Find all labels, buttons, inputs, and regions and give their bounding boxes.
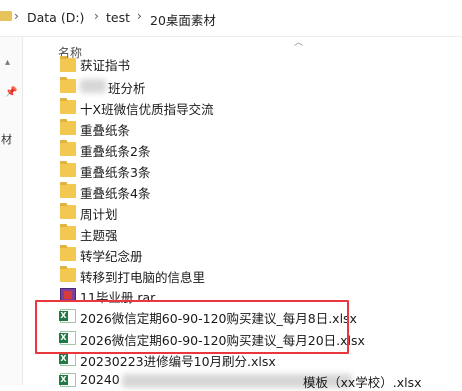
list-item[interactable]: 主题强 bbox=[58, 222, 462, 244]
breadcrumb-data-drive[interactable]: Data (D:) bbox=[27, 10, 84, 25]
file-name-tail: 模板（xx学校）.xlsx bbox=[303, 375, 422, 390]
file-name: 转学纪念册 bbox=[80, 249, 143, 264]
folder-icon bbox=[60, 182, 76, 198]
folder-icon bbox=[0, 11, 12, 21]
divider bbox=[0, 36, 462, 37]
file-name: 班分析 bbox=[108, 81, 146, 96]
breadcrumb-separator: › bbox=[137, 9, 142, 23]
file-name: 重叠纸条4条 bbox=[80, 186, 151, 201]
file-name: 获证指书 bbox=[80, 58, 131, 73]
list-item[interactable]: 20240 模板（xx学校）.xlsx bbox=[58, 369, 462, 391]
pane-divider[interactable] bbox=[22, 37, 23, 385]
folder-icon bbox=[60, 119, 76, 135]
folder-icon bbox=[60, 161, 76, 177]
folder-icon bbox=[60, 98, 76, 114]
breadcrumb-test[interactable]: test bbox=[106, 10, 130, 25]
folder-icon bbox=[60, 77, 76, 93]
folder-icon bbox=[60, 266, 76, 282]
list-item[interactable]: 班分析 bbox=[58, 75, 462, 97]
breadcrumb-separator: › bbox=[94, 9, 99, 23]
list-item[interactable]: 转学纪念册 bbox=[58, 243, 462, 265]
folder-icon bbox=[60, 245, 76, 261]
list-item[interactable]: 重叠纸条 bbox=[58, 117, 462, 139]
list-item[interactable]: 重叠纸条4条 bbox=[58, 180, 462, 202]
address-bar[interactable]: › Data (D:) › test › 20桌面素材 bbox=[0, 0, 462, 36]
pin-icon: ▴ bbox=[5, 57, 11, 68]
list-item[interactable]: 获证指书 bbox=[58, 54, 462, 76]
redacted-blur bbox=[80, 79, 106, 93]
file-name: 重叠纸条 bbox=[80, 123, 131, 138]
excel-file-icon bbox=[59, 352, 76, 366]
breadcrumb-current-folder[interactable]: 20桌面素材 bbox=[150, 10, 216, 29]
list-item[interactable]: 十X班微信优质指导交流 bbox=[58, 96, 462, 118]
highlight-box bbox=[35, 300, 349, 354]
folder-icon bbox=[60, 140, 76, 156]
file-name: 周计划 bbox=[80, 207, 118, 222]
navigation-pane[interactable]: ▴ 📌 材 bbox=[0, 37, 22, 385]
list-item[interactable]: 转移到打电脑的信息里 bbox=[58, 264, 462, 286]
list-item[interactable]: 重叠纸条3条 bbox=[58, 159, 462, 181]
list-item[interactable]: 周计划 bbox=[58, 201, 462, 223]
file-name: 主题强 bbox=[80, 228, 118, 243]
nav-item-label[interactable]: 材 bbox=[1, 131, 12, 147]
folder-icon bbox=[60, 224, 76, 240]
chevron-up-icon: ︿ bbox=[294, 38, 304, 48]
pin-icon: 📌 bbox=[5, 87, 18, 98]
file-name: 重叠纸条3条 bbox=[80, 165, 151, 180]
file-name: 重叠纸条2条 bbox=[80, 144, 151, 159]
breadcrumb-separator: › bbox=[14, 9, 19, 23]
folder-icon bbox=[60, 56, 76, 72]
list-item[interactable]: 重叠纸条2条 bbox=[58, 138, 462, 160]
folder-icon bbox=[60, 203, 76, 219]
file-name: 十X班微信优质指导交流 bbox=[80, 102, 214, 117]
